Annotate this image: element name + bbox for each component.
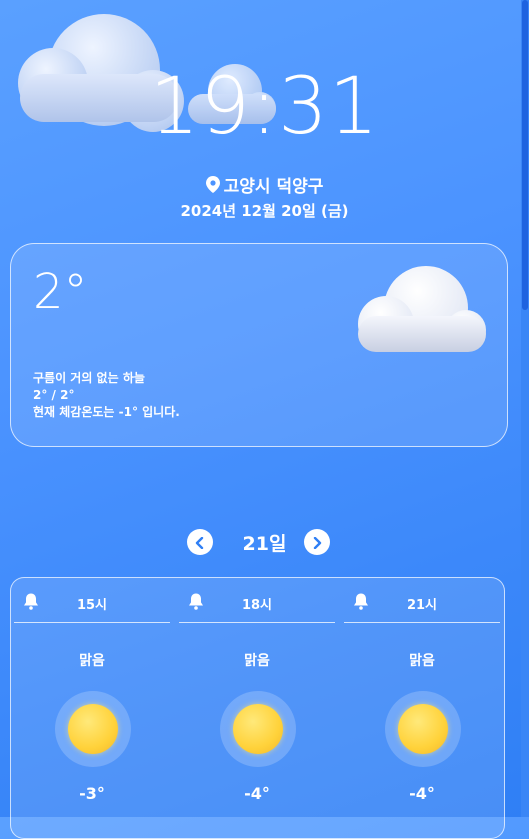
hourly-condition: 맑음	[79, 653, 105, 669]
current-condition: 구름이 거의 없는 하늘	[33, 371, 145, 385]
sun-icon	[233, 704, 283, 754]
hourly-temperature: -4°	[409, 784, 435, 803]
current-feels-like: 현재 체감온도는 -1° 입니다.	[33, 405, 180, 419]
hourly-time: 15시	[76, 598, 108, 613]
chevron-right-icon	[312, 532, 322, 551]
date-text: 2024년 12월 20일 (금)	[180, 202, 349, 220]
clock-time: 19:31	[149, 62, 380, 152]
current-weather-card: 2° 구름이 거의 없는 하늘 2° / 2° 현재 체감온도는 -1° 입니다…	[10, 243, 508, 447]
sun-icon	[398, 704, 448, 754]
map-pin-icon	[205, 176, 220, 198]
day-navigator: 21일	[0, 527, 529, 557]
current-description: 구름이 거의 없는 하늘 2° / 2° 현재 체감온도는 -1° 입니다.	[33, 370, 180, 421]
current-min-max: 2° / 2°	[33, 388, 75, 402]
hourly-temperature: -4°	[244, 784, 270, 803]
hourly-time: 21시	[406, 598, 438, 613]
day-label: 21일	[242, 533, 287, 555]
location-name: 고양시 덕양구	[223, 177, 324, 197]
next-day-button[interactable]	[304, 529, 330, 555]
sun-icon	[68, 704, 118, 754]
hourly-item: 18시 맑음 -4°	[176, 578, 336, 838]
hourly-item: 15시 맑음 -3°	[11, 578, 171, 838]
hourly-condition: 맑음	[409, 653, 435, 669]
scrollbar-thumb[interactable]	[522, 0, 528, 310]
hourly-condition: 맑음	[244, 653, 270, 669]
hourly-item: 21시 맑음 -4°	[341, 578, 501, 838]
hourly-forecast-card: 15시 맑음 -3° 18시 맑음 -4° 21시 맑음 -4°	[10, 577, 505, 839]
cloud-icon	[358, 266, 488, 356]
hourly-temperature: -3°	[79, 784, 105, 803]
current-temperature: 2°	[33, 264, 88, 320]
location: 고양시 덕양구	[0, 172, 529, 198]
hourly-time: 18시	[241, 598, 273, 613]
